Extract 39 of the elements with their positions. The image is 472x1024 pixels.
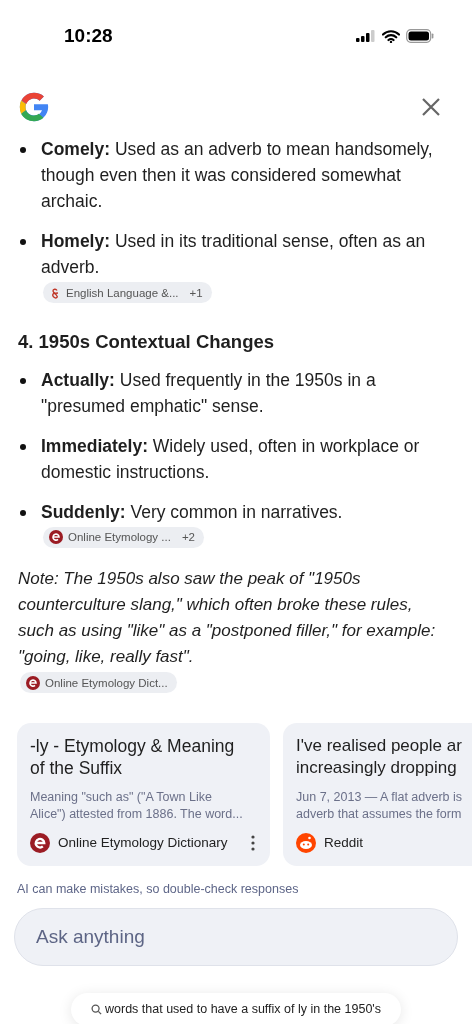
bullet-icon bbox=[20, 239, 26, 245]
ampersand-icon bbox=[49, 286, 61, 299]
ask-field[interactable]: Ask anything bbox=[14, 907, 458, 966]
card-snippet: Jun 7, 2013 — A flat adverb is adverb that assumes the form bbox=[296, 788, 464, 823]
source-logo-icon bbox=[30, 832, 50, 853]
close-button[interactable] bbox=[420, 96, 442, 118]
card-snippet: Meaning "such as" ("A Town Like Alice") attested from 1886. The word... bbox=[30, 788, 244, 823]
section-heading: 4. 1950s Contextual Changes bbox=[18, 330, 275, 353]
card-source: Online Etymology Dictionary bbox=[58, 835, 228, 850]
disclaimer-text: AI can make mistakes, so double-check responses bbox=[16, 880, 300, 896]
source-logo-icon bbox=[49, 530, 63, 544]
source-card[interactable]: -ly - Etymology & Meaning of the Suffix Meaning "such as" ("A Town Like Alice") attested from 1886. The word... Online Etymology Dictionary bbox=[17, 722, 270, 866]
more-options-button[interactable] bbox=[249, 834, 257, 851]
logo-icon bbox=[17, 90, 51, 124]
search-icon bbox=[91, 1003, 103, 1015]
list-item-text: Immediately: Widely used, often in workplace or domestic instructions. bbox=[41, 434, 421, 484]
bullet-icon bbox=[20, 443, 26, 450]
bullet-icon bbox=[20, 509, 26, 516]
signal-icon bbox=[356, 30, 376, 42]
query-chip[interactable]: words that used to have a suffix of ly in the 1950's bbox=[71, 992, 401, 1024]
card-title: I've realised people ar increasingly dropping bbox=[296, 734, 463, 779]
source-logo-icon bbox=[296, 832, 316, 853]
card-source: Reddit bbox=[324, 835, 364, 850]
source-chip[interactable]: English Language &... +1 bbox=[43, 282, 212, 303]
bullet-icon bbox=[20, 377, 26, 384]
wifi-icon bbox=[382, 29, 400, 43]
list-item-text: Comely: Used as an adverb to mean handsomely, though even then it was considered somewhat archaic. bbox=[41, 138, 434, 213]
note-text: Note: The 1950s also saw the peak of "1950s counterculture slang," which often broke these rules, such as using "like" as a "postponed filler," for example: "going, like, really fast". bbox=[18, 568, 437, 668]
source-chip[interactable]: Online Etymology ... +2 bbox=[43, 526, 205, 548]
list-item-text: Actually: Used frequently in the 1950s in a "presumed emphatic" sense. bbox=[41, 368, 377, 418]
status-time: 10:28 bbox=[64, 25, 113, 47]
card-title: -ly - Etymology & Meaning of the Suffix bbox=[30, 734, 236, 779]
source-chip[interactable]: Online Etymology Dict... bbox=[20, 672, 177, 693]
source-card[interactable]: I've realised people ar increasingly dropping Jun 7, 2013 — A flat adverb is adverb that assumes the form Reddit bbox=[283, 722, 472, 866]
bullet-icon bbox=[20, 147, 26, 153]
list-item-text: Suddenly: Very common in narratives. bbox=[41, 500, 343, 524]
list-item-text: Homely: Used in its traditional sense, often as an adverb. bbox=[41, 230, 427, 279]
source-logo-icon bbox=[26, 675, 40, 690]
battery-icon bbox=[406, 29, 434, 43]
